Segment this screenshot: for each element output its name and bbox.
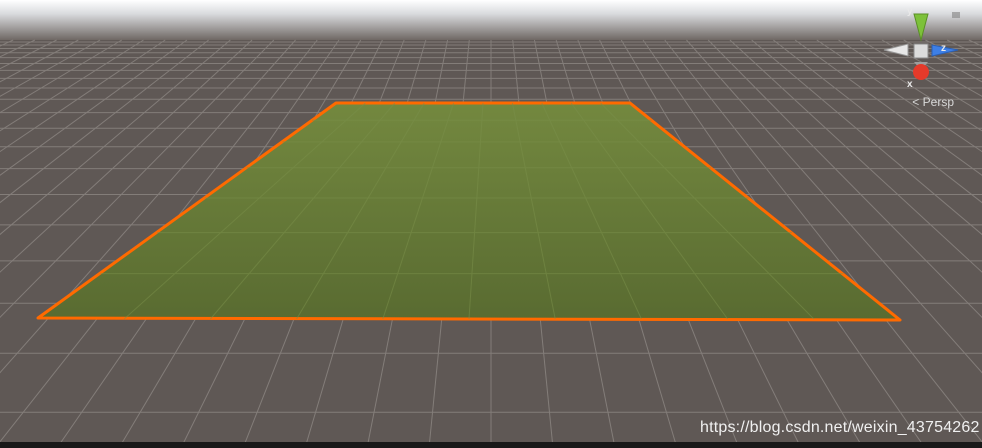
chevron-left-double-icon: <: [912, 95, 920, 109]
scene-view[interactable]: y z x < Persp https://blog.csdn.net/weix…: [0, 0, 982, 448]
grid-line: [0, 39, 14, 47]
scene-canvas[interactable]: [0, 0, 982, 448]
gizmo-y-label: y: [907, 6, 913, 17]
horizon-sky: [0, 0, 982, 40]
watermark: https://blog.csdn.net/weixin_43754262: [700, 419, 980, 436]
bottom-edge: [0, 442, 982, 448]
gizmo-x-label: x: [907, 79, 913, 90]
selected-plane[interactable]: [36, 101, 902, 322]
projection-toggle[interactable]: < Persp: [912, 95, 954, 109]
grid-line: [0, 39, 57, 70]
gizmo-center-cube[interactable]: [913, 43, 929, 59]
x-axis-cone[interactable]: [913, 64, 929, 80]
grid-line: [0, 39, 123, 114]
neg-x-axis-cone[interactable]: [883, 43, 909, 57]
y-axis-cone[interactable]: [913, 13, 929, 42]
grid-line: [0, 39, 79, 83]
grid-line: [0, 39, 36, 58]
gizmo-hint: [952, 12, 960, 18]
gizmo-z-label: z: [941, 43, 946, 54]
projection-label: Persp: [922, 95, 954, 109]
grid-line: [0, 39, 101, 97]
